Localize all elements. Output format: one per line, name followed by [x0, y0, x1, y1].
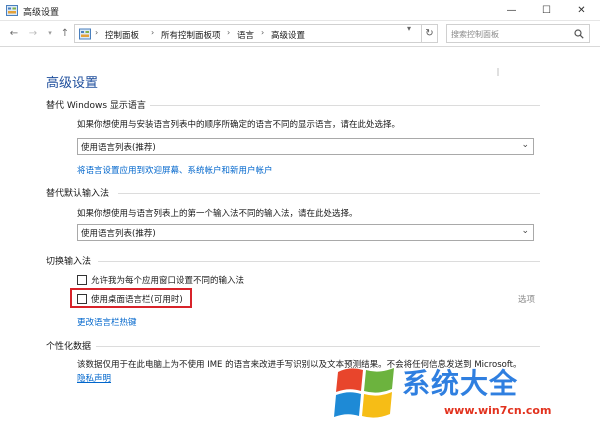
windows-logo-icon	[334, 368, 394, 418]
display-language-heading: 替代 Windows 显示语言	[46, 101, 146, 111]
watermark: 系统大全 www.win7cn.com	[332, 352, 600, 429]
control-panel-icon	[6, 5, 18, 16]
section-divider	[150, 105, 540, 106]
breadcrumb-separator: ›	[227, 28, 231, 37]
language-bar-label: 使用桌面语言栏(可用时)	[91, 295, 183, 305]
maximize-button[interactable]: ☐	[529, 0, 564, 21]
breadcrumb-language[interactable]: 语言	[237, 29, 254, 41]
address-dropdown-icon[interactable]: ▾	[407, 24, 411, 33]
control-panel-icon	[79, 28, 91, 40]
breadcrumb-control-panel[interactable]: 控制面板	[105, 29, 139, 41]
watermark-url: www.win7cn.com	[444, 404, 552, 417]
search-input[interactable]	[451, 28, 569, 40]
refresh-button[interactable]: ↻	[422, 24, 438, 43]
change-hotkeys-link[interactable]: 更改语言栏热键	[77, 316, 137, 328]
breadcrumb-all-items[interactable]: 所有控制面板项	[161, 29, 221, 41]
display-language-select[interactable]: 使用语言列表(推荐) ⌄	[77, 138, 534, 155]
page-title: 高级设置	[46, 76, 99, 91]
title-bar: 高级设置 — ☐ ✕	[0, 0, 600, 21]
privacy-statement-link[interactable]: 隐私声明	[77, 372, 111, 384]
chevron-down-icon: ⌄	[521, 226, 529, 236]
apply-language-settings-link[interactable]: 将语言设置应用到欢迎屏幕、系统帐户和新用户帐户	[77, 164, 273, 176]
language-bar-checkbox-row[interactable]: 使用桌面语言栏(可用时)	[77, 293, 183, 305]
per-app-input-checkbox[interactable]	[77, 275, 87, 285]
input-method-select-value: 使用语言列表(推荐)	[81, 229, 156, 239]
section-divider	[98, 261, 540, 262]
input-method-select[interactable]: 使用语言列表(推荐) ⌄	[77, 224, 534, 241]
forward-button[interactable]: →	[26, 26, 40, 40]
up-button[interactable]: ↑	[58, 26, 72, 40]
window-title: 高级设置	[23, 8, 60, 18]
breadcrumb-advanced[interactable]: 高级设置	[271, 29, 305, 41]
per-app-input-checkbox-row[interactable]: 允许我为每个应用窗口设置不同的输入法	[77, 274, 244, 286]
back-button[interactable]: ←	[7, 26, 21, 40]
recent-locations-button[interactable]: ▾	[43, 26, 57, 40]
address-bar[interactable]: › 控制面板 › 所有控制面板项 › 语言 › 高级设置	[74, 24, 422, 43]
close-button[interactable]: ✕	[564, 0, 599, 21]
search-icon	[574, 29, 584, 39]
breadcrumb-separator: ›	[151, 28, 155, 37]
navigation-bar: ← → ▾ ↑ › 控制面板 › 所有控制面板项 › 语言 › 高级设置 ▾ ↻	[0, 21, 600, 47]
switching-heading: 切换输入法	[46, 257, 92, 267]
personalization-heading: 个性化数据	[46, 342, 92, 352]
scrollbar[interactable]	[497, 68, 499, 76]
breadcrumb-separator: ›	[95, 28, 99, 37]
search-box[interactable]	[446, 24, 590, 43]
minimize-button[interactable]: —	[494, 0, 529, 21]
section-divider	[118, 193, 540, 194]
input-method-heading: 替代默认输入法	[46, 189, 110, 199]
per-app-input-label: 允许我为每个应用窗口设置不同的输入法	[91, 276, 245, 286]
watermark-text: 系统大全	[402, 367, 519, 400]
chevron-down-icon: ⌄	[521, 140, 529, 150]
breadcrumb-separator: ›	[261, 28, 265, 37]
input-method-description: 如果你想使用与语言列表上的第一个输入法不同的输入法，请在此处选择。	[77, 209, 358, 219]
section-divider	[96, 346, 540, 347]
options-link[interactable]: 选项	[518, 293, 535, 305]
display-language-description: 如果你想使用与安装语言列表中的顺序所确定的语言不同的显示语言，请在此处选择。	[77, 120, 401, 130]
display-language-select-value: 使用语言列表(推荐)	[81, 143, 156, 153]
language-bar-checkbox[interactable]	[77, 294, 87, 304]
